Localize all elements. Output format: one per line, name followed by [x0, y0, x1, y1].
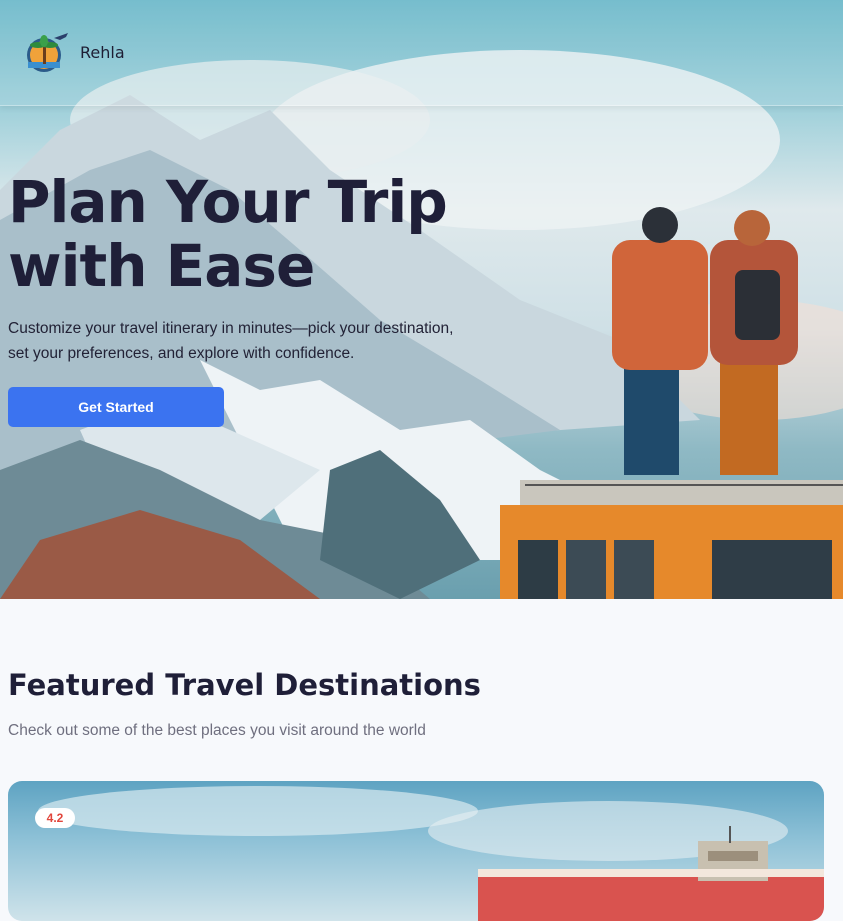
featured-destinations-subtitle: Check out some of the best places you vi…	[8, 722, 426, 739]
hero-section: Rehla Plan Your Trip with Ease Customize…	[0, 0, 843, 599]
destination-card[interactable]: 4.2	[8, 781, 824, 921]
hero-title-line-2: with Ease	[8, 232, 315, 300]
palm-plane-logo-icon	[27, 33, 68, 72]
featured-destinations-title: Featured Travel Destinations	[8, 668, 481, 702]
rating-badge: 4.2	[35, 808, 75, 828]
brand-name: Rehla	[80, 42, 125, 62]
hero-title-line-1: Plan Your Trip	[8, 168, 448, 236]
hero-subtitle: Customize your travel itinerary in minut…	[8, 320, 454, 362]
destination-image	[38, 786, 824, 921]
get-started-button[interactable]: Get Started	[8, 387, 224, 427]
top-navigation: Rehla	[0, 0, 843, 106]
hero-title: Plan Your Trip with Ease	[8, 170, 448, 298]
logo-link[interactable]: Rehla	[24, 30, 125, 74]
